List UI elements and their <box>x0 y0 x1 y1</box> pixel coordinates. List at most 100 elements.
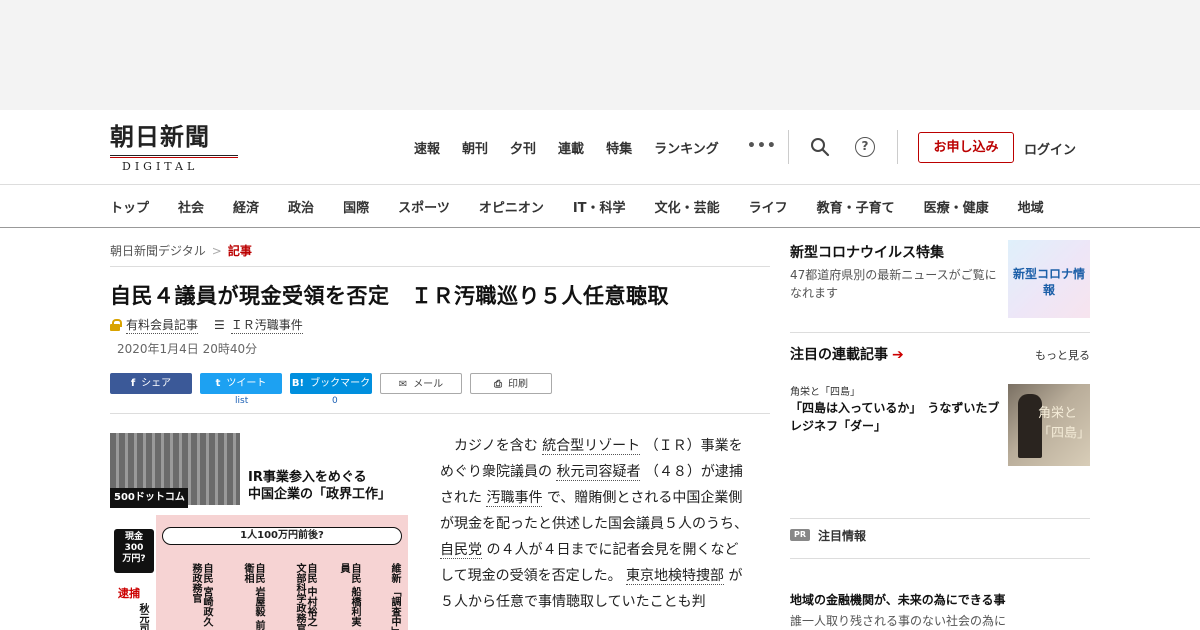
figure-member: 自民 宮崎政久 法務政務官 <box>190 563 212 630</box>
figure-member: 自民 岩屋毅 前防衛相 <box>242 563 264 630</box>
keyword-link[interactable]: 自民党 <box>440 542 482 559</box>
article-headline: 自民４議員が現金受領を否定 ＩＲ汚職巡り５人任意聴取 <box>110 284 669 308</box>
facebook-share-label: シェア <box>141 378 172 389</box>
nav-choukan[interactable]: 朝刊 <box>462 138 488 157</box>
cash-line3: 万円? <box>122 554 146 564</box>
divider <box>790 518 1090 519</box>
series-link[interactable]: ＩＲ汚職事件 <box>230 316 303 334</box>
serial-item-image[interactable]: 角栄と「四島」 <box>1008 384 1090 466</box>
figure-member: 自民 船橋利実 議員 <box>338 563 360 630</box>
cat-it-science[interactable]: IT・科学 <box>573 197 626 216</box>
pr-section-label: 注目情報 <box>818 529 867 543</box>
print-label: 印刷 <box>508 379 528 390</box>
figure-title-line1: IR事業参入をめぐる <box>248 470 367 485</box>
cat-opinion[interactable]: オピニオン <box>479 197 544 216</box>
hatena-label: ブックマーク <box>310 378 371 389</box>
divider <box>110 413 770 414</box>
twitter-share-button[interactable]: t ツイート <box>200 373 282 394</box>
logo-rule-red <box>110 157 238 158</box>
twitter-count-link[interactable]: list <box>235 396 248 406</box>
keyword-link[interactable]: 統合型リゾート <box>542 438 641 455</box>
keyword-link[interactable]: 汚職事件 <box>486 490 543 507</box>
twitter-icon: t <box>215 378 221 389</box>
corona-feature-desc[interactable]: 47都道府県別の最新ニュースがご覧になれます <box>790 266 1002 302</box>
cat-top[interactable]: トップ <box>110 197 149 216</box>
figure-per-person: 1人100万円前後? <box>162 527 402 545</box>
article-body: カジノを含む 統合型リゾート （ＩＲ）事業をめぐり衆院議員の 秋元司容疑者 （４… <box>440 433 750 615</box>
mail-label: メール <box>413 379 444 390</box>
body-text: カジノを含む <box>454 438 538 454</box>
logo-japanese: 朝日新聞 <box>110 122 210 151</box>
cat-life[interactable]: ライフ <box>749 197 788 216</box>
category-nav: トップ 社会 経済 政治 国際 スポーツ オピニオン IT・科学 文化・芸能 ラ… <box>0 184 1200 228</box>
divider <box>790 332 1090 333</box>
breadcrumb-current: 記事 <box>227 244 252 258</box>
divider <box>110 266 770 267</box>
nav-sokuhou[interactable]: 速報 <box>414 138 440 157</box>
cat-international[interactable]: 国際 <box>343 197 369 216</box>
nav-yuukan[interactable]: 夕刊 <box>510 138 536 157</box>
print-button[interactable]: ⎙ 印刷 <box>470 373 552 394</box>
cat-culture[interactable]: 文化・芸能 <box>655 197 720 216</box>
cat-politics[interactable]: 政治 <box>288 197 314 216</box>
figure-arrest-label: 逮捕 <box>118 587 140 600</box>
serial-item-title[interactable]: 「四島は入っているか」 うなずいたブレジネフ「ダー」 <box>790 399 1002 435</box>
more-menu-icon[interactable]: ••• <box>747 138 777 154</box>
serial-tag: 角栄と「四島」 <box>790 387 860 398</box>
figure-arrest-name: 秋元司 <box>137 603 148 630</box>
print-icon: ⎙ <box>494 379 502 390</box>
logo-english: DIGITAL <box>122 160 199 173</box>
figure-member: 維新 「調査中」 <box>389 563 400 630</box>
more-link[interactable]: もっと見る <box>1035 347 1090 363</box>
cash-line2: 300 <box>124 543 144 553</box>
figure-member: 自民 中村裕之 前文部科学政務官 <box>294 563 316 630</box>
keyword-link[interactable]: 東京地検特捜部 <box>626 568 725 585</box>
cat-education[interactable]: 教育・子育て <box>817 197 895 216</box>
lock-icon <box>110 319 122 331</box>
article-paragraph: カジノを含む 統合型リゾート （ＩＲ）事業をめぐり衆院議員の 秋元司容疑者 （４… <box>440 433 750 615</box>
help-icon[interactable]: ? <box>855 137 875 157</box>
site-header: 朝日新聞 DIGITAL 速報 朝刊 夕刊 連載 特集 ランキング ••• ? … <box>0 110 1200 184</box>
divider <box>788 130 789 164</box>
cat-sports[interactable]: スポーツ <box>398 197 450 216</box>
pr-item-title[interactable]: 地域の金融機関が、未来の為にできる事 <box>790 591 1006 608</box>
top-nav: 速報 朝刊 夕刊 連載 特集 ランキング <box>414 138 741 157</box>
breadcrumb-separator: > <box>211 244 222 258</box>
article-meta: 有料会員記事 ☰ ＩＲ汚職事件 <box>110 316 303 334</box>
search-icon[interactable] <box>810 137 830 157</box>
article-figure[interactable]: IR事業参入をめぐる 中国企業の「政界工作」 500ドットコム 現金 300 万… <box>110 433 408 630</box>
cat-health[interactable]: 医療・健康 <box>924 197 989 216</box>
article-main: 朝日新聞デジタル > 記事 自民４議員が現金受領を否定 ＩＲ汚職巡り５人任意聴取 有… <box>110 228 770 630</box>
cat-economy[interactable]: 経済 <box>233 197 259 216</box>
arrow-right-icon: ➔ <box>892 347 904 363</box>
facebook-icon: f <box>130 378 136 389</box>
nav-ranking[interactable]: ランキング <box>654 138 719 157</box>
advertisement-band <box>0 0 1200 110</box>
login-button[interactable]: ログイン <box>1024 139 1076 158</box>
divider <box>790 558 1090 559</box>
hatena-bookmark-button[interactable]: B! ブックマーク <box>290 373 372 394</box>
publish-date: 2020年1月4日 20時40分 <box>117 342 258 356</box>
paid-member-link[interactable]: 有料会員記事 <box>126 316 199 334</box>
asahi-logo[interactable]: 朝日新聞 DIGITAL <box>110 124 240 174</box>
figure-company-label: 500ドットコム <box>110 488 188 508</box>
corona-feature-title[interactable]: 新型コロナウイルス特集 <box>790 242 944 262</box>
figure-cash-label: 現金 300 万円? <box>114 529 154 573</box>
keyword-link[interactable]: 秋元司容疑者 <box>556 464 641 481</box>
facebook-share-button[interactable]: f シェア <box>110 373 192 394</box>
cash-line1: 現金 <box>124 532 143 542</box>
mail-button[interactable]: ✉ メール <box>380 373 462 394</box>
subscribe-button[interactable]: お申し込み <box>918 132 1014 163</box>
pr-badge: PR <box>790 529 810 541</box>
sidebar: 新型コロナウイルス特集 47都道府県別の最新ニュースがご覧になれます 新型コロナ… <box>790 228 1090 630</box>
serial-title-text: 注目の連載記事 <box>790 347 888 363</box>
pr-item-desc[interactable]: 誰一人取り残される事のない社会の為に <box>790 612 1006 629</box>
figure-title: IR事業参入をめぐる 中国企業の「政界工作」 <box>248 469 391 503</box>
cat-society[interactable]: 社会 <box>178 197 204 216</box>
cat-region[interactable]: 地域 <box>1018 197 1044 216</box>
nav-rensai[interactable]: 連載 <box>558 138 584 157</box>
hatena-count[interactable]: 0 <box>332 396 338 406</box>
breadcrumb-home[interactable]: 朝日新聞デジタル <box>110 244 206 258</box>
corona-feature-image[interactable]: 新型コロナ情報 <box>1008 240 1090 318</box>
nav-tokushu[interactable]: 特集 <box>606 138 632 157</box>
